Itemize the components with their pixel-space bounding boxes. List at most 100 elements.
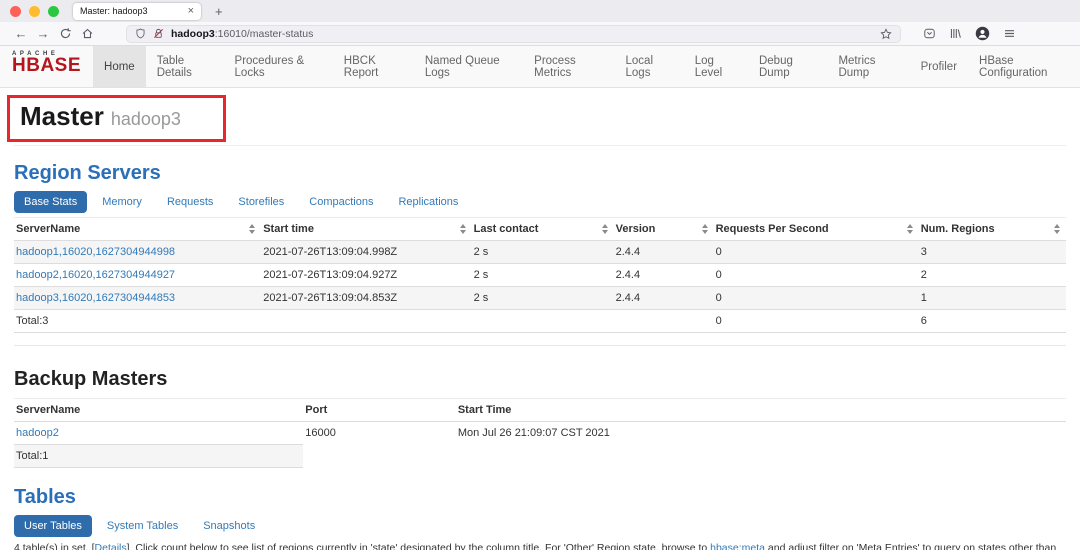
table-row: hadoop2 16000 Mon Jul 26 21:09:07 CST 20… bbox=[14, 422, 1066, 445]
cell-total: Total:3 bbox=[14, 310, 261, 333]
shield-icon[interactable] bbox=[135, 28, 146, 39]
desc-text: ]. Click count below to see list of regi… bbox=[127, 542, 710, 550]
table-row: hadoop3,16020,1627304944853 2021-07-26T1… bbox=[14, 287, 1066, 310]
tab-replications[interactable]: Replications bbox=[388, 191, 468, 213]
forward-icon[interactable]: → bbox=[32, 27, 54, 40]
tab-compactions[interactable]: Compactions bbox=[299, 191, 383, 213]
zoom-window-button[interactable] bbox=[48, 6, 59, 17]
sort-icon[interactable] bbox=[249, 224, 256, 234]
cell-regions: 1 bbox=[919, 287, 1066, 310]
reload-icon[interactable] bbox=[54, 27, 76, 40]
nav-item-home[interactable]: Home bbox=[93, 46, 146, 87]
tables-tabs: User Tables System Tables Snapshots bbox=[14, 515, 1066, 537]
tab-close-icon[interactable]: × bbox=[188, 6, 194, 17]
tab-title: Master: hadoop3 bbox=[80, 6, 188, 16]
pocket-icon[interactable] bbox=[923, 27, 936, 40]
col-num-regions: Num. Regions bbox=[919, 218, 1066, 241]
tab-base-stats[interactable]: Base Stats bbox=[14, 191, 87, 213]
regionserver-link[interactable]: hadoop2,16020,1627304944927 bbox=[16, 269, 175, 281]
cell-regions: 3 bbox=[919, 241, 1066, 264]
header-divider bbox=[14, 145, 1066, 146]
menu-icon[interactable] bbox=[1003, 27, 1016, 40]
insecure-lock-icon[interactable] bbox=[153, 28, 164, 39]
details-link[interactable]: Details bbox=[95, 542, 127, 550]
col-label: Version bbox=[616, 223, 656, 235]
cell-rps: 0 bbox=[714, 287, 919, 310]
table-row: hadoop1,16020,1627304944998 2021-07-26T1… bbox=[14, 241, 1066, 264]
nav-items: Home Table Details Procedures & Locks HB… bbox=[93, 46, 1080, 87]
browser-toolbar: ← → hadoop3 bbox=[0, 22, 1080, 46]
backup-master-link[interactable]: hadoop2 bbox=[16, 427, 59, 439]
table-total-row: Total:3 0 6 bbox=[14, 310, 1066, 333]
tab-memory[interactable]: Memory bbox=[92, 191, 152, 213]
master-title: Master bbox=[20, 101, 104, 131]
window-controls bbox=[10, 6, 59, 17]
tab-requests[interactable]: Requests bbox=[157, 191, 223, 213]
table-total-row: Total:1 bbox=[14, 445, 1066, 468]
cell-start-time: 2021-07-26T13:09:04.927Z bbox=[261, 264, 471, 287]
regionserver-link[interactable]: hadoop3,16020,1627304944853 bbox=[16, 292, 175, 304]
cell-rps: 0 bbox=[714, 264, 919, 287]
url-path: :16010/master-status bbox=[215, 28, 314, 40]
nav-item-process-metrics[interactable]: Process Metrics bbox=[523, 46, 614, 87]
hbase-meta-link[interactable]: hbase:meta bbox=[710, 542, 765, 550]
table-header-row: ServerName Start time Last contact Versi… bbox=[14, 218, 1066, 241]
sort-icon[interactable] bbox=[1054, 224, 1061, 234]
nav-item-table-details[interactable]: Table Details bbox=[146, 46, 224, 87]
region-servers-heading: Region Servers bbox=[14, 162, 1066, 185]
account-icon[interactable] bbox=[975, 26, 990, 41]
new-tab-icon[interactable]: + bbox=[215, 4, 223, 19]
tables-heading: Tables bbox=[14, 486, 1066, 509]
col-label: Last contact bbox=[474, 223, 539, 235]
col-start-time: Start Time bbox=[456, 399, 1066, 422]
close-window-button[interactable] bbox=[10, 6, 21, 17]
browser-tab[interactable]: Master: hadoop3 × bbox=[73, 3, 201, 20]
tab-snapshots[interactable]: Snapshots bbox=[193, 515, 265, 537]
toolbar-extensions bbox=[923, 26, 1016, 41]
col-last-contact: Last contact bbox=[472, 218, 614, 241]
nav-item-hbase-configuration[interactable]: HBase Configuration bbox=[968, 46, 1080, 87]
nav-item-local-logs[interactable]: Local Logs bbox=[615, 46, 684, 87]
bookmark-star-icon[interactable] bbox=[880, 28, 892, 40]
nav-item-profiler[interactable]: Profiler bbox=[910, 46, 968, 87]
backup-masters-table: ServerName Port Start Time hadoop2 16000… bbox=[14, 398, 1066, 468]
nav-item-debug-dump[interactable]: Debug Dump bbox=[748, 46, 827, 87]
cell-total: Total:1 bbox=[14, 445, 303, 468]
cell-start-time: Mon Jul 26 21:09:07 CST 2021 bbox=[456, 422, 1066, 445]
logo-hbase-text: HBASE bbox=[12, 57, 81, 75]
regionserver-link[interactable]: hadoop1,16020,1627304944998 bbox=[16, 246, 175, 258]
region-servers-tabs: Base Stats Memory Requests Storefiles Co… bbox=[14, 191, 1066, 213]
section-divider bbox=[14, 345, 1066, 346]
sort-icon[interactable] bbox=[460, 224, 467, 234]
nav-item-procedures-locks[interactable]: Procedures & Locks bbox=[224, 46, 333, 87]
nav-item-named-queue-logs[interactable]: Named Queue Logs bbox=[414, 46, 523, 87]
col-servername: ServerName bbox=[14, 399, 303, 422]
nav-item-hbck-report[interactable]: HBCK Report bbox=[333, 46, 414, 87]
hbase-logo: APACHE HBASE bbox=[0, 46, 89, 87]
col-version: Version bbox=[614, 218, 714, 241]
tab-system-tables[interactable]: System Tables bbox=[97, 515, 188, 537]
cell-port: 16000 bbox=[303, 422, 456, 445]
home-icon[interactable] bbox=[76, 27, 98, 40]
minimize-window-button[interactable] bbox=[29, 6, 40, 17]
cell-total-rps: 0 bbox=[714, 310, 919, 333]
library-icon[interactable] bbox=[949, 27, 962, 40]
col-label: ServerName bbox=[16, 223, 80, 235]
col-port: Port bbox=[303, 399, 456, 422]
cell-regions: 2 bbox=[919, 264, 1066, 287]
sort-icon[interactable] bbox=[602, 224, 609, 234]
cell-rps: 0 bbox=[714, 241, 919, 264]
desc-text: 4 table(s) in set. [ bbox=[14, 542, 95, 550]
sort-icon[interactable] bbox=[702, 224, 709, 234]
tab-storefiles[interactable]: Storefiles bbox=[228, 191, 294, 213]
url-host: hadoop3 bbox=[171, 28, 215, 40]
sort-icon[interactable] bbox=[907, 224, 914, 234]
table-row: hadoop2,16020,1627304944927 2021-07-26T1… bbox=[14, 264, 1066, 287]
tab-user-tables[interactable]: User Tables bbox=[14, 515, 92, 537]
col-requests-per-second: Requests Per Second bbox=[714, 218, 919, 241]
nav-item-log-level[interactable]: Log Level bbox=[684, 46, 748, 87]
table-header-row: ServerName Port Start Time bbox=[14, 399, 1066, 422]
back-icon[interactable]: ← bbox=[10, 27, 32, 40]
url-bar[interactable]: hadoop3:16010/master-status bbox=[126, 25, 901, 43]
nav-item-metrics-dump[interactable]: Metrics Dump bbox=[827, 46, 909, 87]
